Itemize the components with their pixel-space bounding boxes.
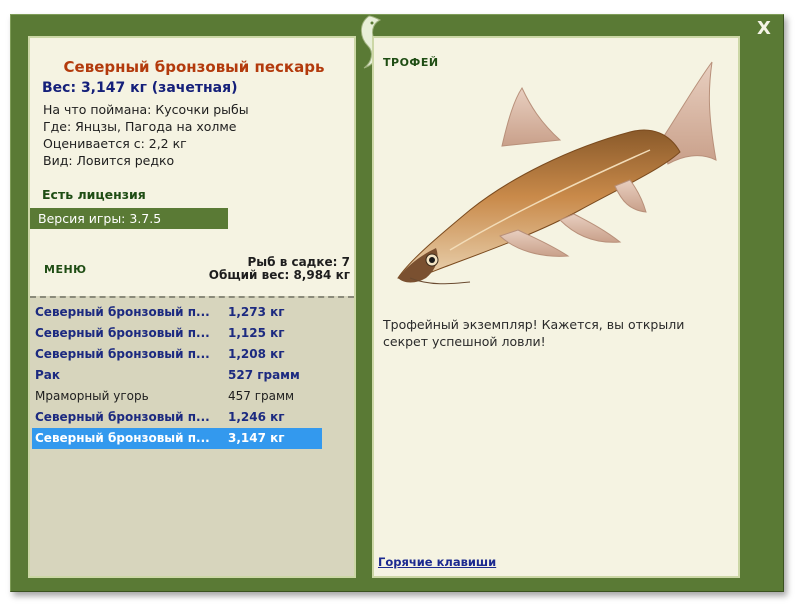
fish-price: Оценивается с: 2,2 кг — [43, 136, 187, 151]
catch-weight: 1,273 кг — [228, 305, 285, 319]
divider — [30, 296, 354, 298]
catch-list: Северный бронзовый п... 1,273 кг Северны… — [32, 302, 322, 449]
trophy-message: Трофейный экземпляр! Кажется, вы открыли… — [383, 317, 685, 349]
catch-name: Северный бронзовый п... — [35, 326, 210, 340]
fish-bait: На что поймана: Кусочки рыбы — [43, 102, 249, 117]
fish-weight: Вес: 3,147 кг (зачетная) — [42, 80, 238, 96]
fish-location: Где: Янцзы, Пагода на холме — [43, 119, 237, 134]
catch-weight: 1,208 кг — [228, 347, 285, 361]
catch-name: Северный бронзовый п... — [35, 347, 210, 361]
hotkeys-link[interactable]: Горячие клавиши — [378, 555, 496, 569]
list-item[interactable]: Мраморный угорь 457 грамм — [32, 386, 322, 407]
fish-image — [390, 60, 720, 292]
catch-weight: 3,147 кг — [228, 431, 285, 445]
catch-weight: 1,125 кг — [228, 326, 285, 340]
keepnet-total-weight: Общий вес: 8,984 кг — [208, 268, 350, 282]
catch-weight: 457 грамм — [228, 389, 295, 403]
list-item[interactable]: Северный бронзовый п... 1,273 кг — [32, 302, 322, 323]
catch-name: Рак — [35, 368, 61, 382]
catch-name: Мраморный угорь — [35, 389, 149, 403]
version-bar: Версия игры: 3.7.5 — [30, 208, 228, 229]
license-status: Есть лицензия — [42, 187, 146, 202]
fish-name-title: Северный бронзовый пескарь — [63, 58, 325, 76]
menu-button[interactable]: МЕНЮ — [44, 263, 87, 276]
catch-name: Северный бронзовый п... — [35, 410, 210, 424]
keepnet-count: Рыб в садке: 7 — [247, 255, 351, 269]
list-item[interactable]: Северный бронзовый п... 1,246 кг — [32, 407, 322, 428]
list-item[interactable]: Северный бронзовый п... 1,208 кг — [32, 344, 322, 365]
list-item[interactable]: Северный бронзовый п... 1,125 кг — [32, 323, 322, 344]
catch-name: Северный бронзовый п... — [35, 431, 210, 445]
close-button[interactable]: X — [752, 18, 776, 40]
list-item[interactable]: Рак 527 грамм — [32, 365, 322, 386]
catch-weight: 527 грамм — [228, 368, 300, 382]
catch-name: Северный бронзовый п... — [35, 305, 210, 319]
fish-type: Вид: Ловится редко — [43, 153, 175, 168]
catch-weight: 1,246 кг — [228, 410, 285, 424]
list-item-selected[interactable]: Северный бронзовый п... 3,147 кг — [32, 428, 322, 449]
